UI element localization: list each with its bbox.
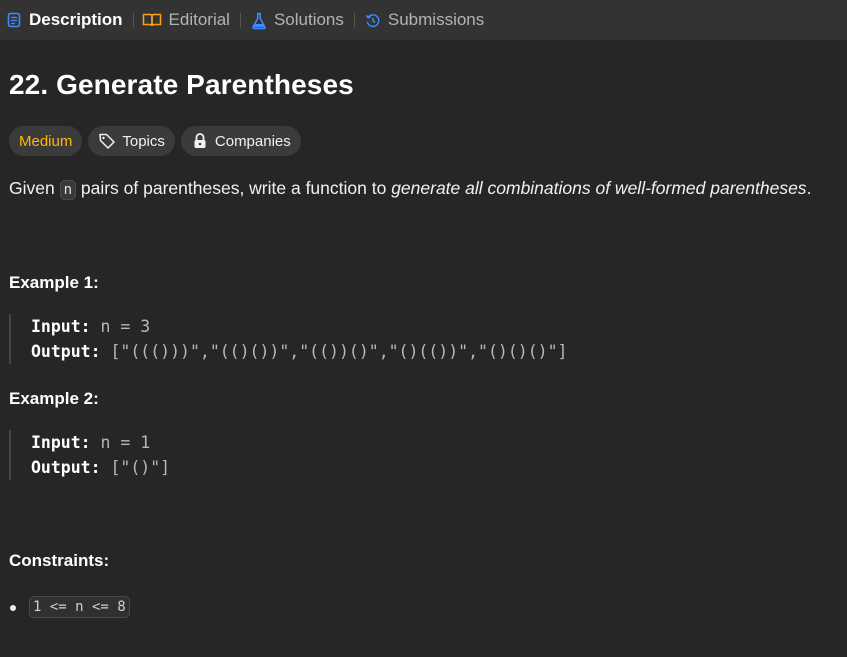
- example-1-block: Input: n = 3 Output: ["((()))","(()())",…: [9, 314, 567, 364]
- tab-editorial[interactable]: Editorial: [142, 0, 230, 40]
- tab-divider: [239, 12, 241, 28]
- tab-label: Solutions: [273, 10, 344, 29]
- problem-description: Given n pairs of parentheses, write a fu…: [9, 178, 812, 200]
- example-2-block: Input: n = 1 Output: ["()"]: [9, 430, 170, 480]
- inline-code-n: n: [59, 180, 77, 200]
- flask-icon: [251, 12, 267, 30]
- tab-submissions[interactable]: Submissions: [363, 0, 484, 40]
- difficulty-badge: Medium: [9, 126, 83, 156]
- lock-icon: [191, 132, 209, 150]
- problem-title: 22. Generate Parentheses: [9, 69, 354, 100]
- output-label: Output:: [31, 342, 101, 361]
- output-label: Output:: [31, 458, 101, 477]
- tab-solutions[interactable]: Solutions: [249, 0, 344, 40]
- input-value: n = 1: [90, 433, 151, 452]
- input-label: Input:: [31, 317, 91, 336]
- history-icon: [365, 12, 381, 28]
- tab-bar: Description Editorial Solutions Submissi…: [0, 0, 847, 40]
- tab-label: Submissions: [387, 10, 485, 29]
- desc-middle: pairs of parentheses, write a function t…: [76, 178, 392, 198]
- tab-description[interactable]: Description: [0, 0, 123, 40]
- input-value: n = 3: [90, 317, 151, 336]
- tab-label: Description: [29, 10, 123, 29]
- description-icon: [6, 12, 22, 28]
- companies-button[interactable]: Companies: [180, 126, 301, 156]
- input-label: Input:: [31, 433, 91, 452]
- book-icon: [142, 12, 162, 28]
- desc-suffix: .: [806, 178, 812, 198]
- topics-button[interactable]: Topics: [88, 126, 175, 156]
- example-2-heading: Example 2:: [9, 389, 99, 408]
- topics-label: Topics: [122, 132, 165, 150]
- constraints-heading: Constraints:: [9, 551, 110, 570]
- output-value: ["((()))","(()())","(())()","()(())","()…: [100, 342, 568, 361]
- tab-divider: [353, 12, 355, 28]
- tag-icon: [98, 132, 116, 150]
- constraint-item: 1 <= n <= 8: [29, 596, 130, 618]
- tag-chips: Medium Topics Companies: [9, 126, 301, 156]
- list-bullet: [10, 605, 16, 611]
- tab-divider: [132, 12, 134, 28]
- example-1-heading: Example 1:: [9, 273, 99, 292]
- desc-prefix: Given: [9, 178, 60, 198]
- output-value: ["()"]: [100, 458, 171, 477]
- tab-label: Editorial: [168, 10, 230, 29]
- desc-emphasis: generate all combinations of well-formed…: [391, 178, 807, 198]
- companies-label: Companies: [214, 132, 291, 150]
